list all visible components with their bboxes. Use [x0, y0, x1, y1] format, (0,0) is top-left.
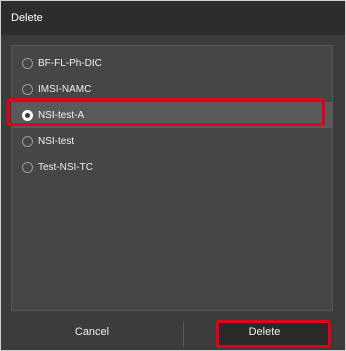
delete-button[interactable]: Delete: [184, 313, 345, 351]
dialog-title: Delete: [1, 1, 345, 35]
radio-button-icon[interactable]: [22, 135, 33, 147]
list-item-label: BF-FL-Ph-DIC: [38, 57, 102, 69]
list-item-bf-fl-ph-dic[interactable]: BF-FL-Ph-DIC: [12, 50, 332, 76]
list-item-label: IMSI-NAMC: [38, 83, 92, 95]
radio-button-selected-icon[interactable]: [22, 109, 33, 121]
list-item-test-nsi-tc[interactable]: Test-NSI-TC: [12, 154, 332, 180]
dialog-footer: Cancel Delete: [1, 313, 345, 351]
list-item-label: NSI-test-A: [38, 109, 85, 121]
item-list: BF-FL-Ph-DIC IMSI-NAMC NSI-test-A NSI-te…: [11, 45, 333, 311]
cancel-button[interactable]: Cancel: [1, 313, 183, 351]
list-item-label: Test-NSI-TC: [38, 161, 93, 173]
radio-button-icon[interactable]: [22, 83, 33, 95]
list-item-label: NSI-test: [38, 135, 75, 147]
list-item-nsi-test[interactable]: NSI-test: [12, 128, 332, 154]
radio-button-icon[interactable]: [22, 57, 33, 69]
radio-button-icon[interactable]: [22, 161, 33, 173]
list-item-imsi-namc[interactable]: IMSI-NAMC: [12, 76, 332, 102]
delete-dialog: Delete BF-FL-Ph-DIC IMSI-NAMC NSI-test-A…: [0, 0, 346, 351]
list-item-nsi-test-a[interactable]: NSI-test-A: [12, 102, 332, 128]
